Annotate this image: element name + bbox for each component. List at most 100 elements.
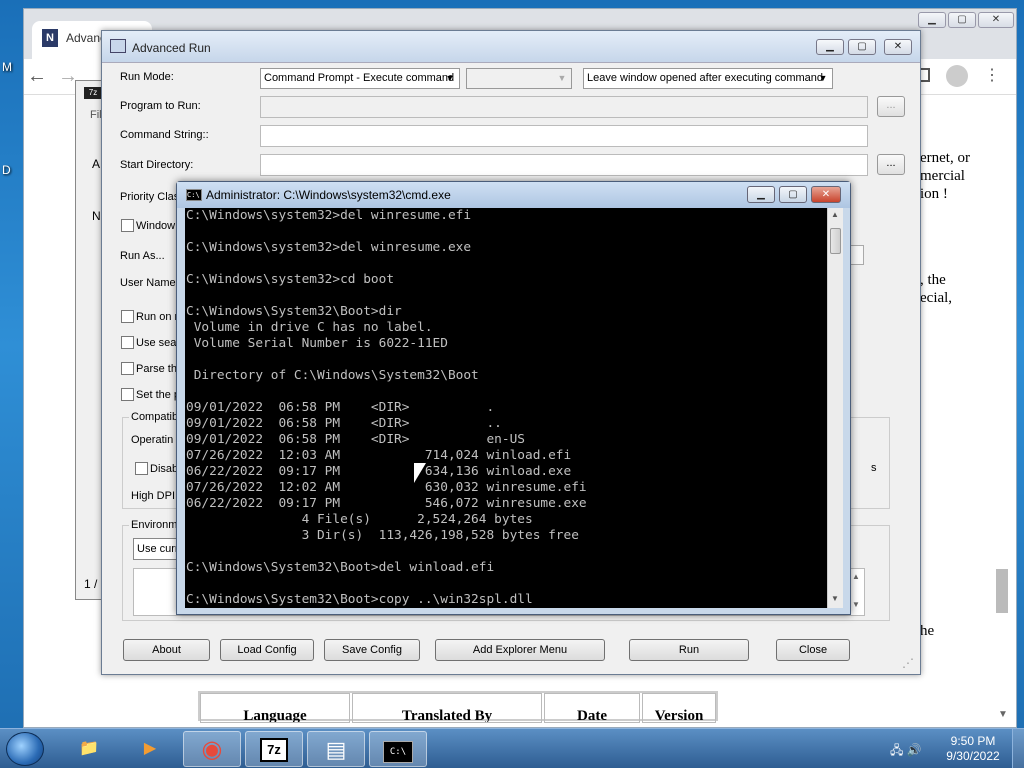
console-line: 09/01/2022 06:58 PM <DIR> en-US bbox=[186, 432, 525, 447]
option-label: Use sear bbox=[136, 337, 181, 349]
resize-grip-icon[interactable]: ⋰ bbox=[902, 656, 914, 670]
console-output[interactable]: C:\Windows\system32>del winresume.efi C:… bbox=[185, 208, 827, 608]
minimize-icon[interactable]: ▁ bbox=[918, 12, 946, 28]
title-bar[interactable]: Advanced Run ▁ ▢ ✕ bbox=[102, 31, 920, 63]
column-name[interactable]: N bbox=[92, 209, 101, 223]
close-icon[interactable]: ✕ bbox=[978, 12, 1014, 28]
cmd-icon: C:\ bbox=[186, 189, 202, 201]
window-title: Administrator: C:\Windows\system32\cmd.e… bbox=[206, 188, 451, 202]
console-line: C:\Windows\System32\Boot>copy ..\win32sp… bbox=[186, 592, 533, 607]
run-as-label: Run As... bbox=[120, 250, 165, 262]
option-checkbox[interactable] bbox=[121, 310, 134, 323]
chevron-down-icon: ▼ bbox=[445, 73, 455, 83]
browse-directory-button[interactable]: ... bbox=[877, 154, 905, 175]
show-desktop-button[interactable] bbox=[1012, 729, 1024, 768]
console-line: 06/22/2022 09:17 PM 634,136 winload.exe bbox=[186, 464, 572, 479]
page-text: ernet, or mercial ion ! bbox=[920, 150, 970, 202]
priority-label: Priority Clas bbox=[120, 191, 180, 203]
console-line: Volume in drive C has no label. bbox=[186, 320, 433, 335]
desktop: { "desktop": {"left_label_1": "M", "left… bbox=[0, 0, 1024, 768]
disable-checkbox[interactable] bbox=[135, 462, 148, 475]
console-line: C:\Windows\system32>del winresume.exe bbox=[186, 240, 472, 255]
clock-time: 9:50 PM bbox=[950, 734, 996, 748]
taskbar-7zip[interactable]: 7z bbox=[245, 731, 303, 767]
taskbar-clock[interactable]: 9:50 PM 9/30/2022 bbox=[940, 734, 1006, 764]
after-execution-select[interactable]: Leave window opened after executing comm… bbox=[583, 68, 833, 89]
tray-icons[interactable]: 🖧 🔊 bbox=[890, 741, 922, 762]
program-input[interactable] bbox=[260, 96, 868, 118]
program-label: Program to Run: bbox=[120, 100, 201, 112]
taskbar-cmd[interactable]: C:\ bbox=[369, 731, 427, 767]
table-header: Translated By bbox=[352, 693, 542, 723]
console-line: 06/22/2022 09:17 PM 546,072 winresume.ex… bbox=[186, 496, 587, 511]
cmd-window: C:\ Administrator: C:\Windows\system32\c… bbox=[176, 181, 851, 615]
about-button[interactable]: About bbox=[123, 639, 210, 661]
run-mode-select[interactable]: Command Prompt - Execute command ▼ bbox=[260, 68, 460, 89]
option-checkbox[interactable] bbox=[121, 388, 134, 401]
scroll-thumb[interactable] bbox=[830, 228, 841, 254]
minimize-icon[interactable]: ▁ bbox=[747, 186, 775, 203]
taskbar-explorer[interactable]: 📁 bbox=[60, 731, 118, 767]
desktop-label: D bbox=[2, 163, 11, 177]
advanced-run-icon: ▤ bbox=[325, 737, 347, 762]
menu-icon[interactable]: ⋮ bbox=[984, 65, 1000, 85]
start-button[interactable] bbox=[6, 732, 44, 766]
option-label: Set the p bbox=[136, 389, 181, 401]
save-config-button[interactable]: Save Config bbox=[324, 639, 420, 661]
option-checkbox[interactable] bbox=[121, 362, 134, 375]
toolbar-add[interactable]: A bbox=[92, 157, 100, 171]
browse-program-button[interactable]: ... bbox=[877, 96, 905, 117]
profile-icon[interactable] bbox=[946, 65, 968, 87]
page-text: , the ecial, bbox=[920, 272, 953, 306]
command-string-input[interactable] bbox=[260, 125, 868, 147]
scroll-up-icon[interactable]: ▲ bbox=[831, 210, 839, 219]
title-bar[interactable]: C:\ Administrator: C:\Windows\system32\c… bbox=[177, 182, 850, 208]
table-header: Date bbox=[544, 693, 640, 723]
console-line: 09/01/2022 06:58 PM <DIR> .. bbox=[186, 416, 502, 431]
window-checkbox[interactable] bbox=[121, 219, 134, 232]
start-directory-input[interactable] bbox=[260, 154, 868, 176]
desktop-label: M bbox=[2, 60, 12, 74]
console-line: C:\Windows\System32\Boot>dir bbox=[186, 304, 402, 319]
maximize-icon[interactable]: ▢ bbox=[779, 186, 807, 203]
taskbar-media-player[interactable]: ▶ bbox=[121, 731, 179, 767]
option-label: Run on r bbox=[136, 311, 179, 323]
minimize-icon[interactable]: ▁ bbox=[816, 39, 844, 55]
settings-edge-text: s bbox=[871, 462, 877, 474]
console-line: 3 Dir(s) 113,426,198,528 bytes free bbox=[186, 528, 579, 543]
close-button[interactable]: Close bbox=[776, 639, 850, 661]
window-title: Advanced Run bbox=[132, 41, 211, 55]
window-label: Window bbox=[136, 220, 176, 232]
taskbar-advanced-run[interactable]: ▤ bbox=[307, 731, 365, 767]
add-explorer-menu-button[interactable]: Add Explorer Menu bbox=[435, 639, 605, 661]
group-title: Compatib bbox=[129, 411, 181, 423]
scroll-down-icon[interactable]: ▼ bbox=[998, 709, 1008, 720]
back-icon[interactable]: ← bbox=[25, 65, 49, 88]
secondary-select[interactable]: ▼ bbox=[466, 68, 572, 89]
load-config-button[interactable]: Load Config bbox=[220, 639, 314, 661]
maximize-icon[interactable]: ▢ bbox=[848, 39, 876, 55]
cmd-icon: C:\ bbox=[383, 741, 413, 763]
scroll-down-icon[interactable]: ▼ bbox=[831, 594, 839, 603]
console-line: Directory of C:\Windows\System32\Boot bbox=[186, 368, 479, 383]
maximize-icon[interactable]: ▢ bbox=[948, 12, 976, 28]
option-checkbox[interactable] bbox=[121, 336, 134, 349]
page-scrollbar[interactable] bbox=[996, 569, 1008, 613]
close-icon[interactable]: ✕ bbox=[884, 39, 912, 55]
close-icon[interactable]: ✕ bbox=[811, 186, 841, 203]
menu-file[interactable]: Fil bbox=[90, 109, 102, 121]
list-scrollbar[interactable]: ▲ ▼ bbox=[849, 570, 863, 614]
run-mode-label: Run Mode: bbox=[120, 71, 174, 83]
taskbar-chrome[interactable]: ◉ bbox=[183, 731, 241, 767]
page-text: he bbox=[920, 623, 935, 639]
console-line: 07/26/2022 12:02 AM 630,032 winresume.ef… bbox=[186, 480, 587, 495]
disable-label: Disab bbox=[150, 463, 179, 475]
operating-label: Operatin bbox=[131, 434, 174, 446]
run-button[interactable]: Run bbox=[629, 639, 749, 661]
console-line: C:\Windows\system32>cd boot bbox=[186, 272, 395, 287]
console-scrollbar[interactable]: ▲ ▼ bbox=[827, 208, 843, 608]
